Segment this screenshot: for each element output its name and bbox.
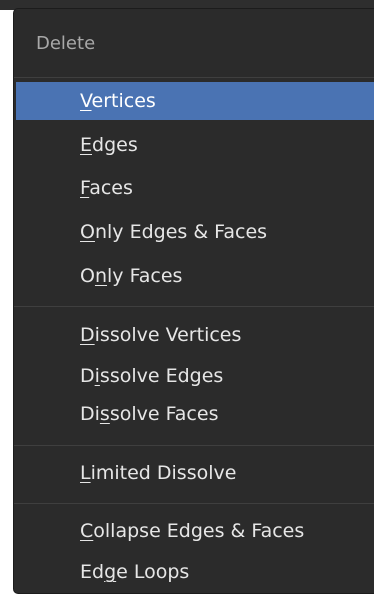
menu-title: Delete	[36, 33, 96, 54]
mnemonic-key: D	[80, 324, 95, 346]
menu-item-vertices[interactable]: Vertices	[16, 82, 374, 120]
menu-separator	[14, 77, 374, 78]
menu-item-limited-dissolve[interactable]: Limited Dissolve	[16, 454, 374, 492]
mnemonic-key: O	[80, 221, 95, 243]
menu-item-dissolve-edges[interactable]: Dissolve Edges	[16, 357, 374, 395]
menu-item-only-faces[interactable]: Only Faces	[16, 257, 374, 295]
menu-separator	[14, 306, 374, 307]
menu-separator	[14, 503, 374, 504]
mnemonic-key: C	[80, 520, 94, 542]
mnemonic-key: L	[80, 462, 91, 484]
mnemonic-key: F	[80, 177, 90, 199]
delete-menu: Delete Vertices Edges Faces Only Edges &…	[13, 8, 374, 594]
viewport: Delete Vertices Edges Faces Only Edges &…	[0, 0, 374, 601]
mnemonic-key: n	[94, 265, 108, 287]
menu-item-dissolve-faces[interactable]: Dissolve Faces	[16, 395, 374, 433]
mnemonic-key: s	[99, 403, 110, 425]
menu-item-only-edges-faces[interactable]: Only Edges & Faces	[16, 213, 374, 251]
menu-item-collapse-edges-faces[interactable]: Collapse Edges & Faces	[16, 512, 374, 550]
menu-item-edge-loops[interactable]: Edge Loops	[16, 553, 374, 591]
mnemonic-key: E	[80, 134, 93, 156]
menu-separator	[14, 445, 374, 446]
mnemonic-key: V	[80, 90, 92, 112]
menu-item-edges[interactable]: Edges	[16, 126, 374, 164]
menu-item-dissolve-vertices[interactable]: Dissolve Vertices	[16, 316, 374, 354]
menu-item-faces[interactable]: Faces	[16, 169, 374, 207]
mnemonic-key: g	[104, 561, 117, 583]
